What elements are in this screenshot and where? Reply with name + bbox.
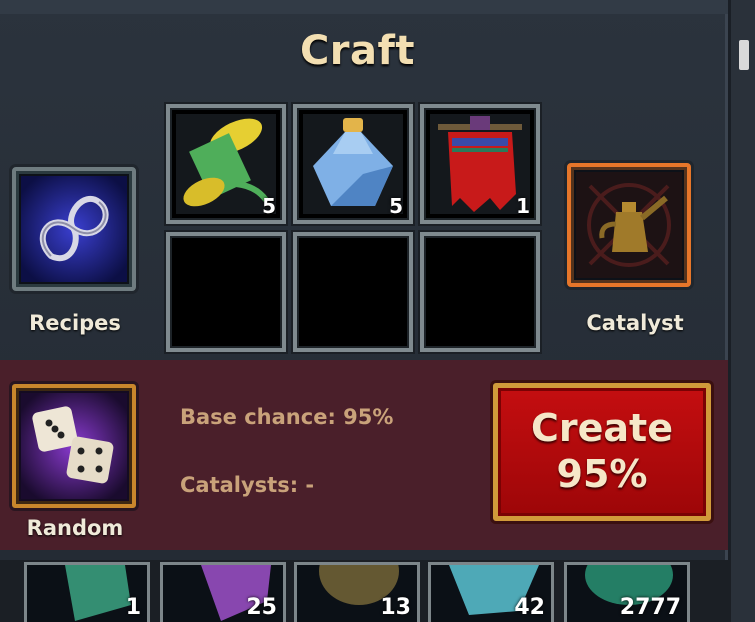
oil-can-icon <box>576 172 682 278</box>
random-label: Random <box>26 516 124 540</box>
ingredient-qty: 1 <box>516 194 530 218</box>
inventory-slot-5[interactable]: 2777 <box>564 562 690 622</box>
mana-flask-icon <box>303 114 403 214</box>
inventory-qty: 42 <box>514 595 545 620</box>
inventory-qty: 1 <box>125 595 141 620</box>
ingredient-slot-6[interactable] <box>420 232 540 352</box>
inventory-slot-1[interactable]: 1 <box>24 562 150 622</box>
ingredient-slot-1[interactable]: 5 <box>166 104 286 224</box>
ingredient-qty: 5 <box>389 194 403 218</box>
recipes-button[interactable] <box>12 167 136 291</box>
dice-icon <box>21 393 127 499</box>
inventory-qty: 13 <box>380 595 411 620</box>
inventory-slot-2[interactable]: 25 <box>160 562 286 622</box>
catalysts-text: Catalysts: - <box>180 473 315 497</box>
recipes-label: Recipes <box>29 311 121 335</box>
catalyst-label: Catalyst <box>586 311 684 335</box>
ingredient-slot-4[interactable] <box>166 232 286 352</box>
inventory-slot-4[interactable]: 42 <box>428 562 554 622</box>
ingredient-slot-2[interactable]: 5 <box>293 104 413 224</box>
red-banner-icon <box>430 114 530 214</box>
panel-top-edge <box>0 0 728 14</box>
create-chance: 95% <box>556 452 648 496</box>
inventory-qty: 2777 <box>619 595 681 620</box>
ingredient-slot-5[interactable] <box>293 232 413 352</box>
inventory-slot-3[interactable]: 13 <box>294 562 420 622</box>
scrollbar[interactable] <box>731 0 755 622</box>
random-button[interactable] <box>12 384 136 508</box>
inventory-qty: 25 <box>246 595 277 620</box>
panel-title: Craft <box>299 28 416 74</box>
spool-of-thread-icon <box>176 114 276 214</box>
ingredient-slot-3[interactable]: 1 <box>420 104 540 224</box>
create-button[interactable]: Create 95% <box>493 383 711 521</box>
create-label: Create <box>531 406 673 451</box>
infinity-rope-icon <box>21 176 127 282</box>
ingredient-qty: 5 <box>262 194 276 218</box>
base-chance-text: Base chance: 95% <box>180 405 394 429</box>
craft-panel: Craft Recipes 5 5 1 Catalyst Base chance… <box>0 0 728 560</box>
catalyst-button[interactable] <box>567 163 691 287</box>
